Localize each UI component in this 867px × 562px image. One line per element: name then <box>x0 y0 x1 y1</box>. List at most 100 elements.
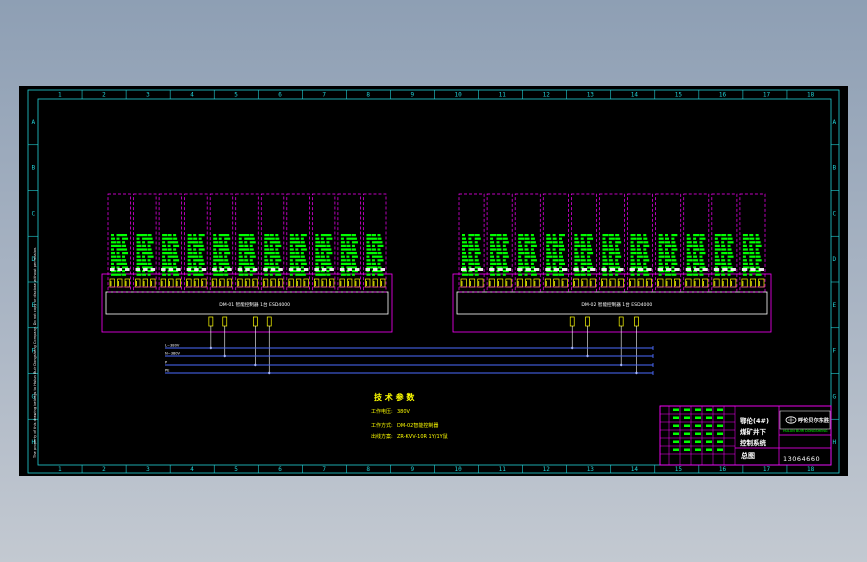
tech-param-key-3: 出线方案: <box>371 433 393 440</box>
controller-module <box>458 193 485 293</box>
controller-module <box>711 193 738 293</box>
controller-module <box>184 193 208 293</box>
column-number: 6 <box>278 466 282 473</box>
column-number: 1 <box>58 466 62 473</box>
controller-module <box>599 193 625 293</box>
schematic-canvas: 1 2 3 4 5 6 7 8 9 10 11 12 13 14 15 16 17 18 1 2 3 4 5 6 7 8 9 10 1… <box>27 89 840 474</box>
panel-header: DM-01 智能控制器 1台 ESD4000 <box>219 301 290 308</box>
column-number: 12 <box>543 466 551 473</box>
bus-label: PE <box>165 369 170 373</box>
row-letter: H <box>833 439 837 446</box>
column-number: 7 <box>322 92 326 99</box>
column-number: 16 <box>719 466 727 473</box>
column-number: 8 <box>366 466 370 473</box>
tech-param-value-1: 380V <box>397 409 411 415</box>
controller-module <box>627 193 653 293</box>
column-number: 18 <box>807 466 815 473</box>
drawing-type: 总图 <box>741 451 755 460</box>
controller-module <box>542 193 569 293</box>
company-name-en: HULUN BUIR DONGSHENG <box>783 429 828 433</box>
project-line-3: 控制系统 <box>740 438 767 447</box>
column-number: 15 <box>675 92 683 99</box>
technical-parameters: 技 术 参 数 工作电压: 380V 工作方式: DM-02智能控制器 出线方案… <box>371 392 448 440</box>
tech-param-value-3: ZR-KVV-10R 1Y/1Y鼠 <box>397 433 448 440</box>
left-margin-note: The property of this drawing belongs to … <box>33 247 37 459</box>
controller-module <box>133 193 157 293</box>
column-number: 13 <box>587 466 595 473</box>
bus-label: P <box>165 361 168 365</box>
controller-module <box>286 193 310 293</box>
column-number: 9 <box>410 92 414 99</box>
column-number: 5 <box>234 466 238 473</box>
controller-panel-left: DM-01 智能控制器 1台 ESD4000 <box>101 193 393 375</box>
column-number: 12 <box>543 92 551 99</box>
row-letter: C <box>32 210 36 217</box>
controller-module <box>571 193 597 293</box>
column-number: 7 <box>322 466 326 473</box>
row-letter: B <box>32 165 36 172</box>
controller-module <box>739 193 766 293</box>
controller-module <box>107 193 131 293</box>
controller-module <box>683 193 710 293</box>
column-number: 11 <box>499 92 507 99</box>
bottom-column-ruler: 1 2 3 4 5 6 7 8 9 10 11 12 13 14 15 16 17 18 <box>58 465 815 473</box>
column-number: 1 <box>58 92 62 99</box>
drawing-frame: 1 2 3 4 5 6 7 8 9 10 11 12 13 14 15 16 17 18 1 2 3 4 5 6 7 8 9 10 1… <box>27 89 840 474</box>
row-letter: A <box>32 119 36 126</box>
column-number: 17 <box>763 466 771 473</box>
column-number: 9 <box>410 466 414 473</box>
controller-module <box>312 193 336 293</box>
column-number: 5 <box>234 92 238 99</box>
column-number: 10 <box>455 466 463 473</box>
controller-module <box>337 193 361 293</box>
power-bus-lines: L~380V N~380V P PE <box>165 344 654 375</box>
bus-label: N~380V <box>165 352 181 356</box>
column-number: 2 <box>102 92 106 99</box>
row-letter: E <box>833 302 837 309</box>
drawing-number: 13064660 <box>783 455 820 463</box>
column-number: 3 <box>146 92 150 99</box>
column-number: 2 <box>102 466 106 473</box>
column-number: 17 <box>763 92 771 99</box>
column-number: 16 <box>719 92 727 99</box>
controller-module <box>235 193 259 293</box>
bus-label: L~380V <box>165 344 180 348</box>
column-number: 4 <box>190 466 194 473</box>
panel-header: DM-02 智能控制器 1台 ESD4000 <box>581 301 652 308</box>
row-letter: F <box>833 348 837 355</box>
controller-panel-right: DM-02 智能控制器 1台 ESD4000 <box>452 193 772 375</box>
controller-module <box>158 193 182 293</box>
row-letter: B <box>833 165 837 172</box>
column-number: 18 <box>807 92 815 99</box>
row-letter: G <box>833 393 837 400</box>
column-number: 10 <box>455 92 463 99</box>
tech-param-value-2: DM-02智能控制器 <box>397 422 438 429</box>
drawing-sheet: 1 2 3 4 5 6 7 8 9 10 11 12 13 14 15 16 17 18 1 2 3 4 5 6 7 8 9 10 1… <box>19 86 848 476</box>
column-number: 3 <box>146 466 150 473</box>
column-number: 14 <box>631 466 639 473</box>
controller-module <box>486 193 513 293</box>
project-line-2: 煤矿井下 <box>740 427 767 436</box>
row-letter: D <box>833 256 837 263</box>
company-logo <box>785 416 797 424</box>
controller-module <box>655 193 682 293</box>
right-row-ruler: A B C D E F G H <box>831 119 839 446</box>
controller-module <box>260 193 285 293</box>
column-number: 8 <box>366 92 370 99</box>
tech-params-title: 技 术 参 数 <box>374 392 415 402</box>
column-number: 14 <box>631 92 639 99</box>
controller-module <box>514 193 541 293</box>
tech-param-key-1: 工作电压: <box>371 408 393 415</box>
row-letter: C <box>833 210 837 217</box>
column-number: 4 <box>190 92 194 99</box>
controller-module <box>209 193 234 293</box>
column-number: 13 <box>587 92 595 99</box>
column-number: 11 <box>499 466 507 473</box>
column-number: 15 <box>675 466 683 473</box>
top-column-ruler: 1 2 3 4 5 6 7 8 9 10 11 12 13 14 15 16 17 18 <box>58 90 815 99</box>
column-number: 6 <box>278 92 282 99</box>
tech-param-key-2: 工作方式: <box>371 422 393 429</box>
project-line-1: 鄂伦(4#) <box>740 416 769 425</box>
controller-module <box>363 193 387 293</box>
company-name: 呼伦贝尔东胜 <box>798 416 830 424</box>
